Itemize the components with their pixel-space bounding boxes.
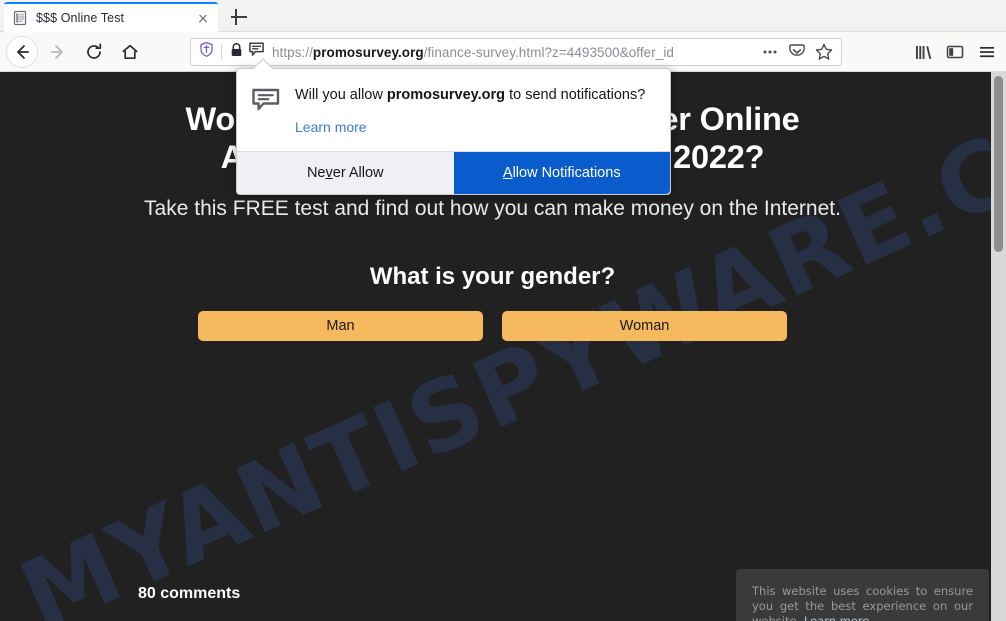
tab-bar: $$$ Online Test <box>0 0 1006 32</box>
ellipsis-icon[interactable] <box>759 41 781 63</box>
dialog-learn-more-link[interactable]: Learn more <box>295 119 367 135</box>
cookie-notice: This website uses cookies to ensure you … <box>736 569 989 621</box>
browser-window: $$$ Online Test https://promosurvey.org/… <box>0 0 1006 621</box>
url-path: /finance-survey.html?z=4493500&offer_id <box>423 44 674 60</box>
answer-button-woman[interactable]: Woman <box>502 310 787 341</box>
allow-notifications-button[interactable]: Allow Notifications <box>453 152 670 194</box>
back-arrow-icon[interactable] <box>6 35 38 68</box>
dialog-message: Will you allow promosurvey.org to send n… <box>295 85 654 106</box>
dialog-body: Will you allow promosurvey.org to send n… <box>237 69 670 151</box>
never-allow-button[interactable]: Never Allow <box>237 152 454 194</box>
survey-question: What is your gender? <box>369 262 616 290</box>
home-icon[interactable] <box>114 36 146 68</box>
accesskey-v: v <box>325 165 333 181</box>
survey-answers: Man Woman <box>0 310 985 341</box>
page-subtitle: Take this FREE test and find out how you… <box>144 197 841 220</box>
address-bar[interactable]: https://promosurvey.org/finance-survey.h… <box>190 38 842 66</box>
vertical-scrollbar[interactable] <box>991 72 1006 621</box>
document-icon <box>12 10 28 26</box>
never-allow-label: Never Allow <box>306 165 384 181</box>
browser-tab[interactable]: $$$ Online Test <box>4 2 218 32</box>
toolbar-right <box>908 38 1002 66</box>
close-icon[interactable] <box>194 9 212 27</box>
url-scheme: https:// <box>272 44 313 60</box>
dialog-message-suffix: to send notifications? <box>505 87 646 103</box>
forward-arrow-icon[interactable] <box>42 36 74 68</box>
url-actions <box>759 41 835 63</box>
dialog-message-host: promosurvey.org <box>386 87 506 103</box>
dialog-message-prefix: Will you allow <box>295 87 387 103</box>
allow-notifications-label: Allow Notifications <box>502 165 621 181</box>
identity-box[interactable] <box>198 41 265 63</box>
pocket-icon[interactable] <box>786 41 808 63</box>
cookie-learn-more-link[interactable]: Learn more <box>804 614 870 621</box>
notification-permission-dialog: Will you allow promosurvey.org to send n… <box>236 58 671 195</box>
dialog-content: Will you allow promosurvey.org to send n… <box>287 85 654 137</box>
scrollbar-thumb[interactable] <box>994 76 1003 252</box>
url-text[interactable]: https://promosurvey.org/finance-survey.h… <box>272 45 759 60</box>
answer-button-man[interactable]: Man <box>198 310 483 341</box>
new-tab-button[interactable] <box>228 6 250 28</box>
reload-icon[interactable] <box>78 36 110 68</box>
url-host: promosurvey.org <box>312 44 424 60</box>
comments-count: 80 comments <box>138 585 241 602</box>
dialog-actions: Never Allow Allow Notifications <box>237 151 670 194</box>
hamburger-menu-icon[interactable] <box>972 38 1002 66</box>
accesskey-a: A <box>502 165 513 181</box>
library-icon[interactable] <box>908 38 938 66</box>
divider <box>221 44 222 60</box>
shield-icon[interactable] <box>198 41 215 63</box>
notification-bubble-icon <box>251 85 287 137</box>
star-icon[interactable] <box>813 41 835 63</box>
tab-title: $$$ Online Test <box>36 11 125 25</box>
cookie-notice-text: This website uses cookies to ensure you … <box>752 584 973 621</box>
lock-icon[interactable] <box>229 42 244 63</box>
sidebar-icon[interactable] <box>940 38 970 66</box>
